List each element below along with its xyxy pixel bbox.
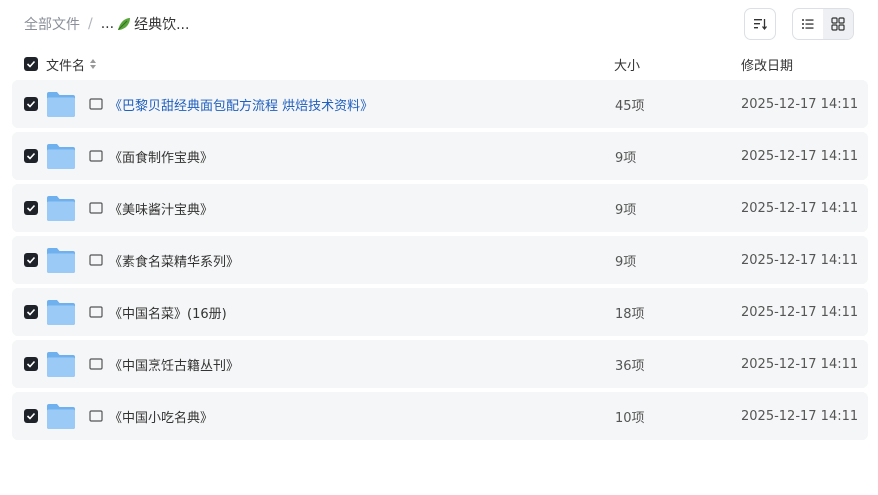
check-icon: [26, 100, 36, 108]
breadcrumb: 全部文件 / ... 经典饮...: [24, 14, 189, 34]
folder-icon: [46, 236, 76, 284]
table-row[interactable]: 《美味酱汁宝典》 9项 2025-12-17 14:11: [12, 184, 868, 232]
sort-icon: [754, 19, 768, 31]
list-view-icon: [802, 19, 814, 29]
file-modified: 2025-12-17 14:11: [741, 148, 859, 164]
breadcrumb-root[interactable]: 全部文件: [24, 14, 80, 34]
table-row[interactable]: 《巴黎贝甜经典面包配方流程 烘焙技术资料》 45项 2025-12-17 14:…: [12, 80, 868, 128]
select-all-checkbox[interactable]: [24, 52, 38, 76]
file-size: 45项: [615, 98, 645, 114]
file-size: 9项: [615, 150, 637, 166]
list-view-button[interactable]: [793, 9, 823, 39]
table-row[interactable]: 《素食名菜精华系列》 9项 2025-12-17 14:11: [12, 236, 868, 284]
file-list: 《巴黎贝甜经典面包配方流程 烘焙技术资料》 45项 2025-12-17 14:…: [12, 80, 868, 444]
file-modified: 2025-12-17 14:11: [741, 200, 859, 216]
table-row[interactable]: 《中国名菜》(16册) 18项 2025-12-17 14:11: [12, 288, 868, 336]
file-name[interactable]: 《中国烹饪古籍丛刊》: [89, 340, 239, 388]
row-checkbox[interactable]: [24, 236, 38, 284]
book-icon: [89, 98, 103, 110]
file-modified: 2025-12-17 14:11: [741, 304, 859, 320]
row-checkbox[interactable]: [24, 132, 38, 180]
file-size: 9项: [615, 202, 637, 218]
file-name-label: 《巴黎贝甜经典面包配方流程 烘焙技术资料》: [109, 98, 374, 114]
file-name-label: 《中国名菜》(16册): [109, 306, 227, 322]
table-row[interactable]: 《面食制作宝典》 9项 2025-12-17 14:11: [12, 132, 868, 180]
book-icon: [89, 202, 103, 214]
breadcrumb-separator: /: [88, 16, 93, 32]
breadcrumb-current-label: 经典饮...: [134, 17, 190, 33]
file-size: 10项: [615, 410, 645, 426]
sort-arrows-icon: [90, 59, 97, 69]
row-checkbox[interactable]: [24, 392, 38, 440]
file-size: 36项: [615, 358, 645, 374]
row-checkbox[interactable]: [24, 184, 38, 232]
file-name-label: 《中国小吃名典》: [109, 410, 214, 426]
file-name[interactable]: 《巴黎贝甜经典面包配方流程 烘焙技术资料》: [89, 80, 373, 128]
file-name-label: 《素食名菜精华系列》: [109, 254, 240, 270]
folder-icon: [46, 80, 76, 128]
check-icon: [26, 360, 36, 368]
file-name[interactable]: 《中国小吃名典》: [89, 392, 213, 440]
file-name[interactable]: 《素食名菜精华系列》: [89, 236, 239, 284]
check-icon: [26, 60, 36, 68]
table-row[interactable]: 《中国烹饪古籍丛刊》 36项 2025-12-17 14:11: [12, 340, 868, 388]
view-toggle: [792, 8, 854, 40]
grid-view-icon: [831, 17, 845, 31]
column-header-size[interactable]: 大小: [614, 52, 640, 76]
book-icon: [89, 254, 103, 266]
row-checkbox[interactable]: [24, 288, 38, 336]
column-header-name-label: 文件名: [46, 58, 86, 74]
folder-icon: [46, 340, 76, 388]
check-icon: [26, 204, 36, 212]
check-icon: [26, 152, 36, 160]
column-header-modified[interactable]: 修改日期: [741, 52, 793, 76]
breadcrumb-ellipsis[interactable]: ...: [101, 16, 114, 32]
row-checkbox[interactable]: [24, 340, 38, 388]
table-header: 文件名 大小 修改日期: [12, 52, 868, 76]
file-modified: 2025-12-17 14:11: [741, 96, 859, 112]
file-size: 18项: [615, 306, 645, 322]
file-name-label: 《面食制作宝典》: [109, 150, 214, 166]
sort-button[interactable]: [744, 8, 776, 40]
book-icon: [89, 358, 103, 370]
book-icon: [89, 306, 103, 318]
file-modified: 2025-12-17 14:11: [741, 408, 859, 424]
file-modified: 2025-12-17 14:11: [741, 252, 859, 268]
folder-icon: [46, 392, 76, 440]
book-icon: [89, 410, 103, 422]
book-icon: [89, 150, 103, 162]
grid-view-button[interactable]: [823, 9, 853, 39]
column-header-name[interactable]: 文件名: [46, 52, 97, 76]
check-icon: [26, 308, 36, 316]
file-modified: 2025-12-17 14:11: [741, 356, 859, 372]
table-row[interactable]: 《中国小吃名典》 10项 2025-12-17 14:11: [12, 392, 868, 440]
file-name[interactable]: 《中国名菜》(16册): [89, 288, 227, 336]
row-checkbox[interactable]: [24, 80, 38, 128]
leaf-icon: [118, 18, 131, 30]
check-icon: [26, 412, 36, 420]
file-name-label: 《美味酱汁宝典》: [109, 202, 214, 218]
folder-icon: [46, 184, 76, 232]
folder-icon: [46, 132, 76, 180]
file-size: 9项: [615, 254, 637, 270]
file-name[interactable]: 《美味酱汁宝典》: [89, 184, 213, 232]
folder-icon: [46, 288, 76, 336]
file-name-label: 《中国烹饪古籍丛刊》: [109, 358, 240, 374]
check-icon: [26, 256, 36, 264]
breadcrumb-current: ... 经典饮...: [101, 14, 190, 34]
file-name[interactable]: 《面食制作宝典》: [89, 132, 213, 180]
